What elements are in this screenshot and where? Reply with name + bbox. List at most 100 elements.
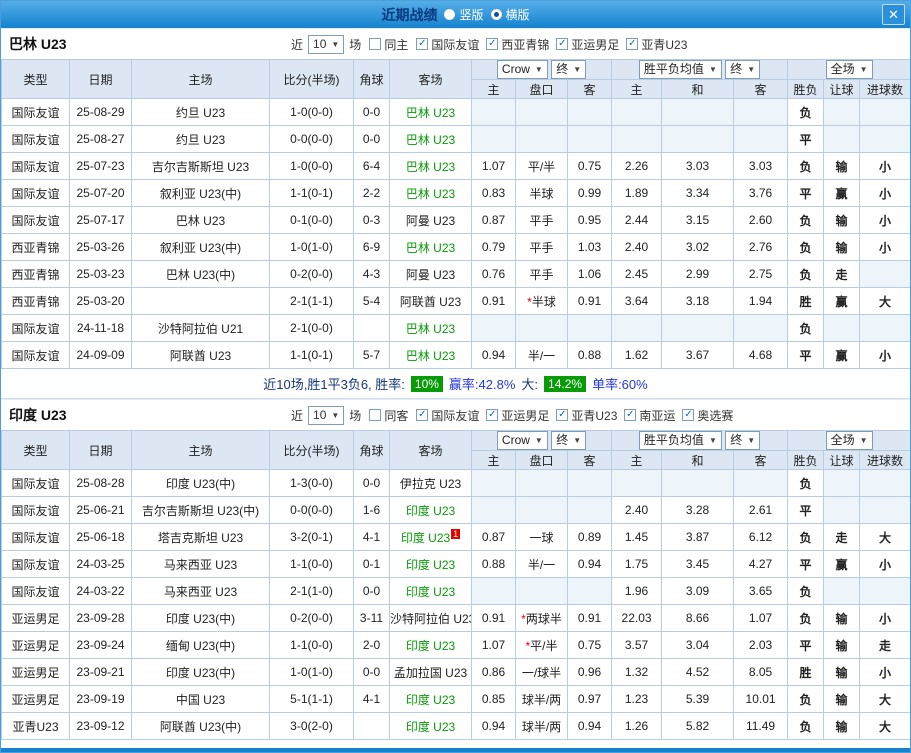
league-filter-checkbox[interactable]: ✓ 亚运男足 — [486, 407, 549, 424]
league-filter-checkbox[interactable]: ✓ 国际友谊 — [416, 36, 479, 53]
handicap-result-cell: 输 — [824, 659, 860, 686]
result-cell: 负 — [788, 578, 824, 605]
league-filter-checkbox[interactable]: ✓ 奥选赛 — [682, 407, 733, 424]
match-type-badge: 西亚青锦 — [2, 234, 70, 261]
bookmaker-select[interactable]: Crow▼ — [497, 431, 548, 450]
result-cell: 平 — [788, 180, 824, 207]
goals-result-cell: 小 — [860, 659, 911, 686]
league-filter-checkbox[interactable]: ✓ 国际友谊 — [416, 407, 479, 424]
bookmaker-select[interactable]: Crow▼ — [497, 60, 548, 79]
layout-horizontal-radio[interactable]: 横版 — [491, 6, 530, 23]
col-type: 类型 — [2, 431, 70, 470]
odds-handicap — [516, 126, 568, 153]
radio-unselected-icon — [444, 9, 455, 20]
match-row: 国际友谊 25-07-20 叙利亚 U23(中) 1-1(0-1) 2-2 巴林… — [2, 180, 911, 207]
layout-vertical-radio[interactable]: 竖版 — [444, 6, 483, 23]
same-venue-checkbox[interactable]: 同客 — [369, 407, 408, 424]
avg-home-odds: 1.62 — [612, 342, 662, 369]
match-type-badge: 国际友谊 — [2, 551, 70, 578]
home-team: 塔吉克斯坦 U23 — [132, 524, 270, 551]
result-cell: 负 — [788, 315, 824, 342]
away-team-name: 阿曼 U23 — [406, 268, 455, 282]
corner-count: 2-0 — [354, 632, 390, 659]
avg-home-odds: 2.40 — [612, 497, 662, 524]
avg-home-odds: 2.40 — [612, 234, 662, 261]
avg-draw-odds: 3.87 — [662, 524, 734, 551]
odds-home: 1.07 — [472, 153, 516, 180]
subheader-cell: 客 — [734, 451, 788, 470]
avg-odds-select[interactable]: 胜平负均值▼ — [639, 60, 722, 79]
league-filter-checkbox[interactable]: ✓ 西亚青锦 — [486, 36, 549, 53]
odds-handicap — [516, 497, 568, 524]
avg-home-odds: 2.45 — [612, 261, 662, 288]
match-row: 亚运男足 23-09-24 缅甸 U23(中) 1-1(0-0) 2-0 印度 … — [2, 632, 911, 659]
result-cell: 平 — [788, 632, 824, 659]
avg-away-odds: 3.76 — [734, 180, 788, 207]
chevron-down-icon: ▼ — [573, 62, 581, 77]
match-date: 25-06-21 — [70, 497, 132, 524]
handicap-result-cell — [824, 99, 860, 126]
home-team: 沙特阿拉伯 U21 — [132, 315, 270, 342]
avg-draw-odds — [662, 470, 734, 497]
recent-count-select[interactable]: 10▼ — [308, 406, 344, 425]
league-filter-label: 亚运男足 — [571, 36, 619, 53]
match-row: 亚运男足 23-09-19 中国 U23 5-1(1-1) 4-1 印度 U23… — [2, 686, 911, 713]
result-cell: 负 — [788, 234, 824, 261]
same-venue-checkbox[interactable]: 同主 — [369, 36, 408, 53]
period-select[interactable]: 全场▼ — [826, 431, 873, 450]
odds-home: 0.94 — [472, 713, 516, 740]
corner-count: 0-0 — [354, 470, 390, 497]
odds-time-select[interactable]: 终▼ — [551, 60, 586, 79]
avg-home-odds: 1.32 — [612, 659, 662, 686]
handicap-text: 一/球半 — [522, 666, 561, 680]
corner-count: 4-1 — [354, 686, 390, 713]
chevron-down-icon: ▼ — [747, 62, 755, 77]
odds-away: 0.91 — [568, 605, 612, 632]
league-filter-checkbox[interactable]: ✓ 亚青U23 — [556, 407, 617, 424]
handicap-result-cell: 赢 — [824, 180, 860, 207]
odds-time-select[interactable]: 终▼ — [551, 431, 586, 450]
col-date: 日期 — [70, 431, 132, 470]
league-filter-checkbox[interactable]: ✓ 南亚运 — [624, 407, 675, 424]
away-team-name: 孟加拉国 U23 — [394, 666, 467, 680]
period-select[interactable]: 全场▼ — [826, 60, 873, 79]
match-date: 25-03-23 — [70, 261, 132, 288]
same-venue-label: 同主 — [384, 36, 408, 53]
checkbox-checked-icon: ✓ — [416, 409, 428, 421]
match-type-badge: 国际友谊 — [2, 524, 70, 551]
match-date: 24-09-09 — [70, 342, 132, 369]
handicap-result-cell: 输 — [824, 713, 860, 740]
handicap-result-cell: 输 — [824, 234, 860, 261]
corner-count: 6-4 — [354, 153, 390, 180]
chevron-down-icon: ▼ — [331, 408, 339, 423]
close-button[interactable]: ✕ — [882, 4, 905, 25]
handicap-result-cell: 输 — [824, 207, 860, 234]
goals-result-cell — [860, 99, 911, 126]
away-team-name: 伊拉克 U23 — [400, 477, 461, 491]
avg-time-select[interactable]: 终▼ — [725, 60, 760, 79]
team-filter-bar: 印度 U23 近 10▼ 场 同客 ✓ 国际友谊 ✓ 亚运男足 ✓ 亚青U23 … — [1, 399, 910, 430]
avg-odds-select[interactable]: 胜平负均值▼ — [639, 431, 722, 450]
odds-handicap: 一球 — [516, 524, 568, 551]
subheader-cell: 让球 — [824, 80, 860, 99]
col-date: 日期 — [70, 60, 132, 99]
odds-away: 1.03 — [568, 234, 612, 261]
recent-count-select[interactable]: 10▼ — [308, 35, 344, 54]
corner-count: 4-1 — [354, 524, 390, 551]
big-label: 大: — [521, 374, 538, 393]
odds-handicap: 球半/两 — [516, 713, 568, 740]
avg-time-select[interactable]: 终▼ — [725, 431, 760, 450]
odds-away: 1.06 — [568, 261, 612, 288]
avg-draw-odds: 3.15 — [662, 207, 734, 234]
away-team: 阿联酋 U23 — [390, 288, 472, 315]
avg-away-odds: 2.61 — [734, 497, 788, 524]
team-filter-bar: 巴林 U23 近 10▼ 场 同主 ✓ 国际友谊 ✓ 西亚青锦 ✓ 亚运男足 ✓… — [1, 28, 910, 59]
home-team: 阿联酋 U23(中) — [132, 713, 270, 740]
corner-count: 0-0 — [354, 126, 390, 153]
league-filter-checkbox[interactable]: ✓ 亚运男足 — [556, 36, 619, 53]
col-home: 主场 — [132, 431, 270, 470]
match-type-badge: 亚运男足 — [2, 659, 70, 686]
goals-result-cell — [860, 497, 911, 524]
league-filter-checkbox[interactable]: ✓ 亚青U23 — [626, 36, 687, 53]
result-cell: 平 — [788, 342, 824, 369]
